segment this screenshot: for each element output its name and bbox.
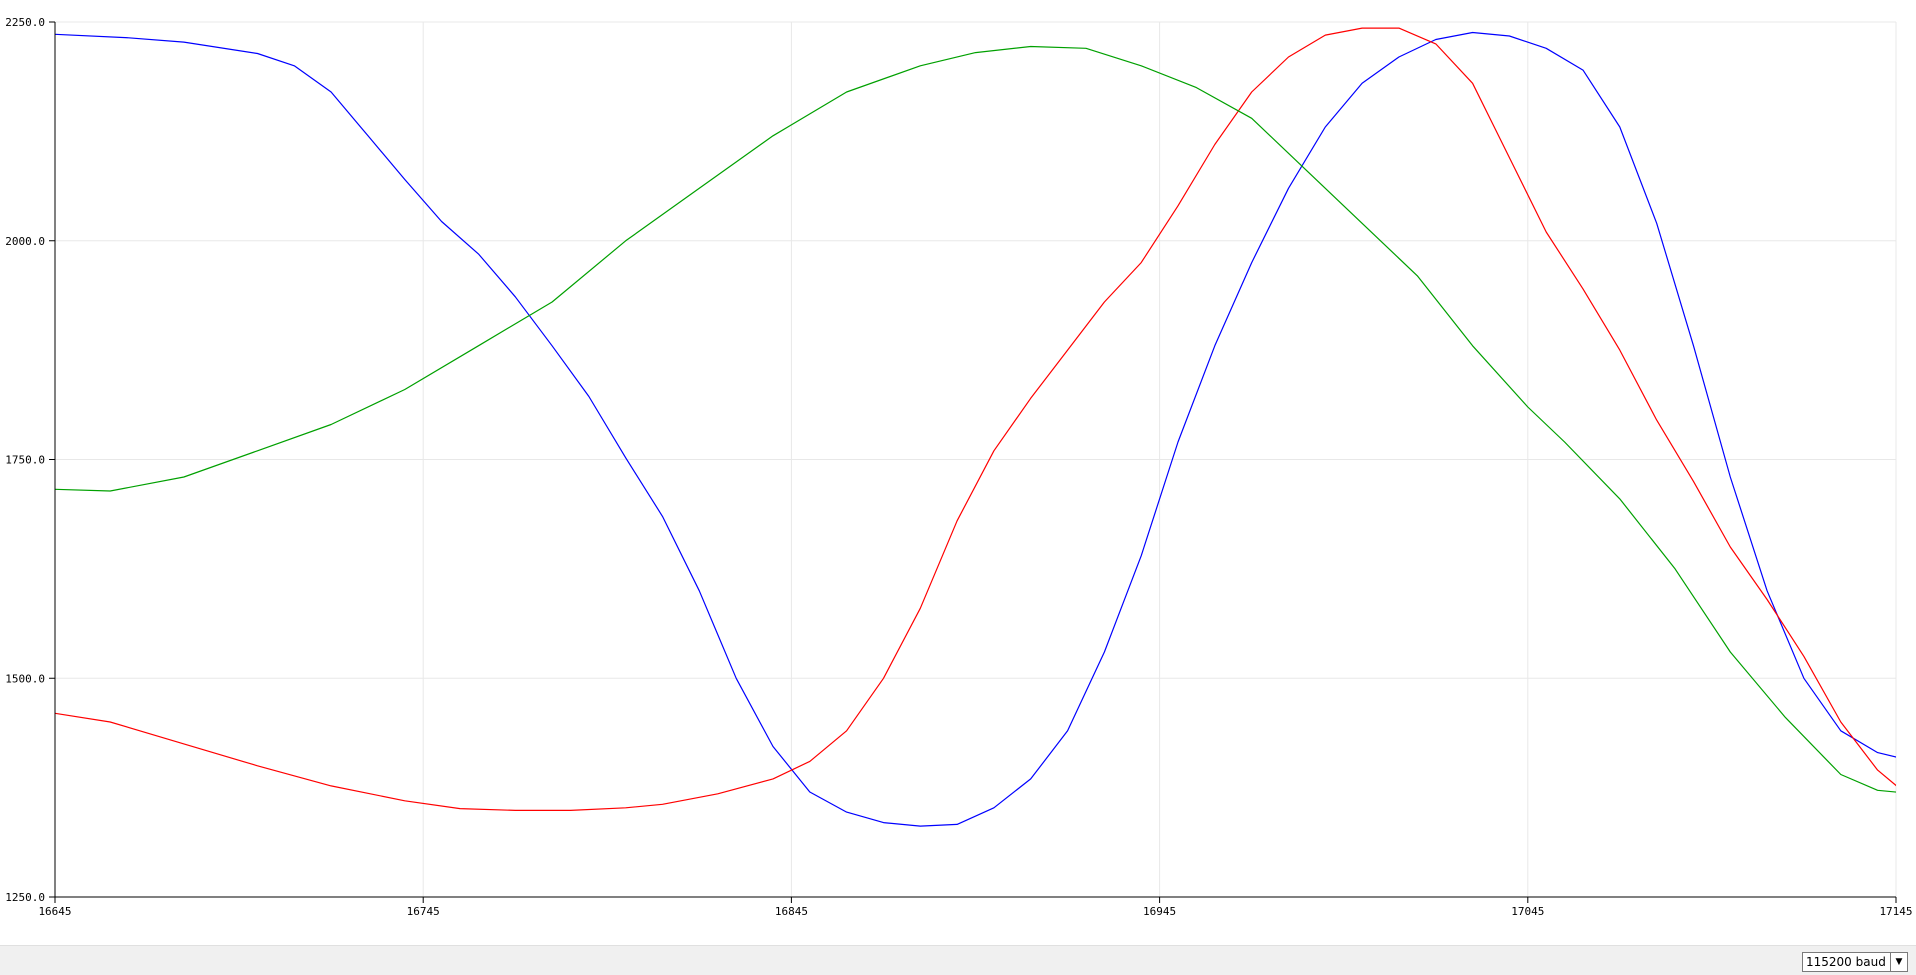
tick-labels: 2250.0 2000.0 1750.0 1500.0 1250.016645 16745… <box>5 16 1912 918</box>
y-tick-label: 1250.0 <box>5 891 45 904</box>
series-line-1 <box>55 31 1896 827</box>
x-tick-label: 17145 <box>1879 905 1912 918</box>
x-tick-label: 16645 <box>38 905 71 918</box>
baud-rate-select[interactable]: 115200 baud ▼ <box>1802 952 1908 972</box>
y-tick-label: 2250.0 <box>5 16 45 29</box>
bottom-toolbar: 115200 baud ▼ <box>0 945 1916 975</box>
y-tick-label: 1750.0 <box>5 454 45 467</box>
y-tick-label: 2000.0 <box>5 235 45 248</box>
baud-rate-value: 115200 baud <box>1806 955 1886 969</box>
series-lines <box>55 27 1896 827</box>
axes <box>49 21 1897 903</box>
series-line-2 <box>55 27 1896 812</box>
x-tick-label: 16745 <box>407 905 440 918</box>
grid-lines <box>54 21 1897 898</box>
y-tick-label: 1500.0 <box>5 672 45 685</box>
serial-plotter-chart: 2250.0 2000.0 1750.0 1500.0 1250.0 16645 16745… <box>0 0 1916 945</box>
chevron-down-icon[interactable]: ▼ <box>1890 953 1907 971</box>
x-tick-label: 16945 <box>1143 905 1176 918</box>
x-tick-label: 17045 <box>1511 905 1544 918</box>
series-line-3 <box>55 45 1896 793</box>
chart-svg: 2250.0 2000.0 1750.0 1500.0 1250.016645 16745… <box>5 16 1912 918</box>
x-tick-label: 16845 <box>775 905 808 918</box>
